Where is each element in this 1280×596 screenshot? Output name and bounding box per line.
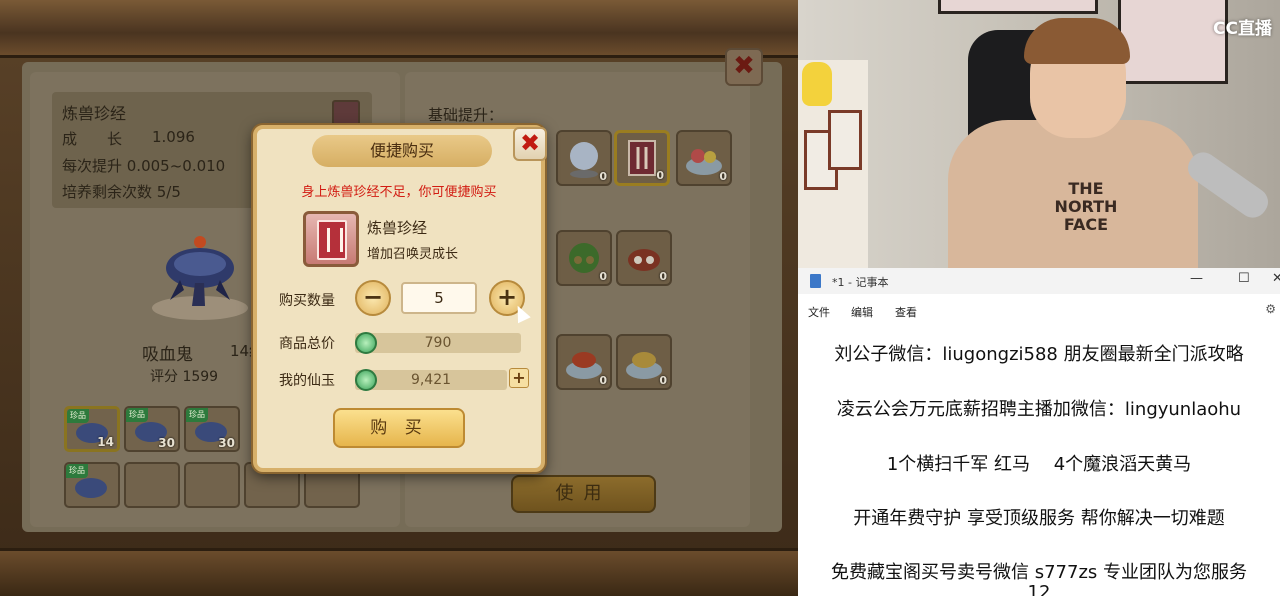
close-icon[interactable]: ✕ [1272,271,1280,286]
crab-slot[interactable]: 0 [616,230,672,286]
poster [938,0,1098,14]
note-line: 凌云公会万元底薪招聘主播加微信：lingyunlaohu [836,399,1242,420]
growth-value: 1.096 [152,128,195,146]
my-jade-value: 9,421 [355,370,507,390]
remaining-text: 培养剩余次数 5/5 [62,183,181,201]
jade-icon [355,369,377,391]
bag-count: 30 [218,436,235,450]
jade-icon [355,332,377,354]
bag-slot[interactable]: 珍品 14 [64,406,120,452]
slot-count: 0 [599,374,607,387]
rare-tag: 珍品 [66,464,88,478]
poster [1118,0,1228,84]
pikachu-figure-icon [802,62,832,106]
empty-bag-slot[interactable] [124,462,180,508]
crystal-ball-slot[interactable]: 0 [556,130,612,186]
notepad-menu: 文件 编辑 查看 [798,296,1280,324]
slot-count: 0 [659,270,667,283]
note-line: 1个横扫千军 红马 4个魔浪滔天黄马 [886,454,1192,475]
scroll-top-border [0,0,798,58]
book-item-slot[interactable]: 0 [614,130,670,186]
bag-slot[interactable]: 珍品 [64,462,120,508]
rare-tag: 珍品 [186,408,208,422]
total-label: 商品总价 [279,336,335,352]
buy-button[interactable]: 购 买 [333,408,465,448]
streamer-camera: THE NORTH FACE CC直播 [798,0,1280,268]
notepad-window: *1 - 记事本 — ☐ ✕ 文件 编辑 查看 ⚙ 刘公子微信：liugongz… [798,268,1280,596]
empty-bag-slot[interactable] [184,462,240,508]
pet-score: 评分 1599 [150,369,219,385]
dialog-close-icon[interactable]: ✖ [513,127,547,161]
bag-slot[interactable]: 珍品 30 [124,406,180,452]
slot-count: 0 [659,374,667,387]
dialog-title: 便捷购买 [312,135,492,167]
maximize-icon[interactable]: ☐ [1238,271,1250,286]
slot-count: 0 [599,270,607,283]
item-desc: 增加召唤灵成长 [367,247,459,262]
note-line: 刘公子微信：liugongzi588 朋友圈最新全门派攻略 [834,344,1244,365]
food-bowl-slot[interactable]: 0 [676,130,732,186]
per-boost-text: 每次提升 0.005~0.010 [62,157,226,175]
qty-input[interactable]: 5 [401,282,477,314]
note-line: 免费藏宝阁买号卖号微信 s777zs 专业团队为您服务 [830,562,1247,583]
menu-view[interactable]: 查看 [895,304,917,320]
growth-label: 成 长 [62,130,123,148]
rice-bowl-slot[interactable]: 0 [616,334,672,390]
hoodie-print: THE NORTH FACE [1054,179,1118,234]
slot-count: 0 [719,170,727,183]
bag-count: 14 [97,435,114,449]
upgrade-label: 基础提升： [428,106,504,124]
close-icon[interactable]: ✖ [725,48,763,86]
minimize-icon[interactable]: — [1190,271,1203,286]
minus-button[interactable]: − [355,280,391,316]
frame [828,110,862,170]
add-jade-icon[interactable]: + [509,368,529,388]
menu-file[interactable]: 文件 [808,304,830,320]
cc-live-logo: CC直播 [1213,19,1272,39]
notepad-icon [810,274,821,288]
meat-bowl-slot[interactable]: 0 [556,334,612,390]
rare-tag: 珍品 [126,408,148,422]
item-name: 炼兽珍经 [367,219,428,237]
insufficient-warning: 身上炼兽珍经不足，你可便捷购买 [301,185,497,200]
melon-slot[interactable]: 0 [556,230,612,286]
notepad-titlebar: *1 - 记事本 — ☐ ✕ [798,268,1280,294]
total-value: 790 [355,333,521,353]
pet-name: 吸血鬼 [142,345,193,365]
slot-count: 0 [656,169,664,182]
slot-count: 0 [599,170,607,183]
note-line: 开通年费守护 享受顶级服务 帮你解决一切难题 [853,508,1225,529]
note-line: 12 [1027,582,1051,596]
gear-icon[interactable]: ⚙ [1265,302,1276,316]
qty-label: 购买数量 [279,293,335,309]
rare-tag: 珍品 [67,409,89,423]
book-icon [303,211,359,267]
pet-figure [152,236,248,320]
notepad-title: *1 - 记事本 [832,276,889,289]
menu-edit[interactable]: 编辑 [851,304,873,320]
pet-panel-title: 炼兽珍经 [62,104,127,123]
my-jade-label: 我的仙玉 [279,373,335,389]
bag-slot[interactable]: 珍品 30 [184,406,240,452]
bag-count: 30 [158,436,175,450]
person-hair [1024,18,1130,64]
scroll-bottom-border [0,548,798,596]
use-button[interactable]: 使用 [511,475,656,513]
quick-buy-dialog: 便捷购买 ✖ 身上炼兽珍经不足，你可便捷购买 炼兽珍经 增加召唤灵成长 购买数量… [253,125,547,472]
